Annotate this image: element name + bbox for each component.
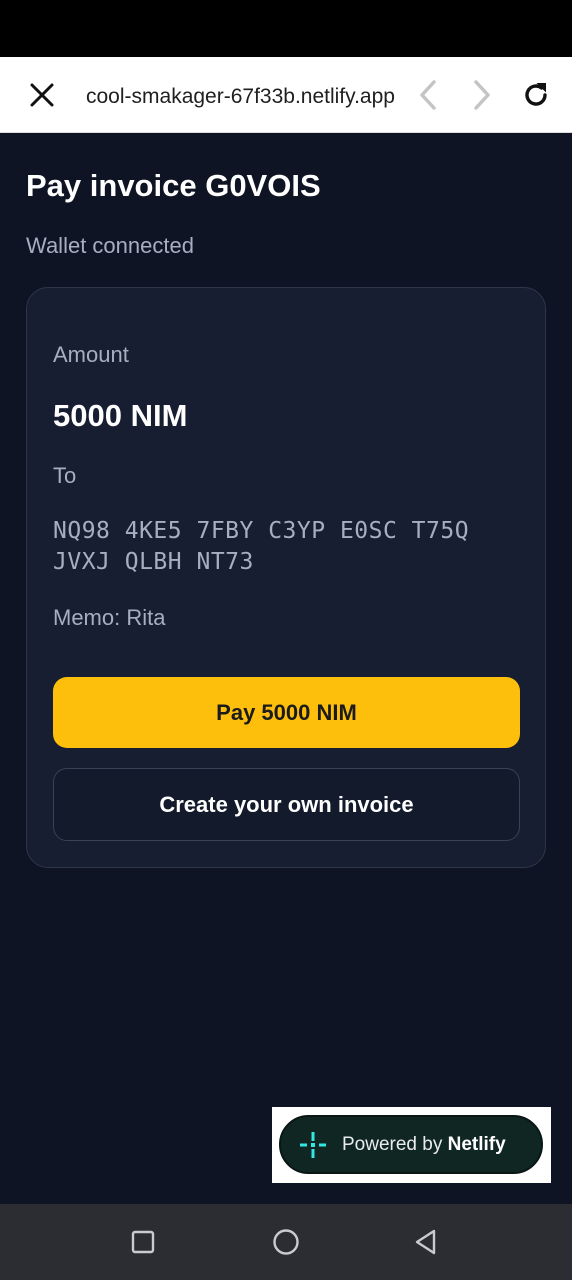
recipient-label: To: [53, 463, 77, 488]
close-icon: [30, 83, 54, 107]
forward-button[interactable]: [462, 75, 502, 115]
close-button[interactable]: [18, 71, 66, 119]
netlify-logo-icon: [298, 1130, 328, 1160]
page-title: Pay invoice G0VOIS: [26, 168, 321, 203]
chevron-left-icon: [420, 80, 436, 110]
wallet-status: Wallet connected: [26, 233, 194, 258]
home-button[interactable]: [266, 1222, 306, 1262]
square-icon: [131, 1230, 155, 1254]
amount-label: Amount: [53, 342, 129, 367]
memo-text: Memo: Rita: [53, 605, 166, 630]
badge-brand: Netlify: [447, 1133, 506, 1155]
reload-button[interactable]: [514, 73, 558, 117]
reload-icon: [525, 83, 547, 106]
recents-button[interactable]: [123, 1222, 163, 1262]
browser-toolbar: cool-smakager-67f33b.netlify.app: [0, 57, 572, 133]
chevron-right-icon: [474, 80, 490, 110]
badge-prefix: Powered by: [342, 1133, 448, 1155]
system-navigation-bar: [0, 1204, 572, 1280]
address-line-2: JVXJ QLBH NT73: [53, 549, 254, 575]
triangle-back-icon: [415, 1229, 436, 1255]
powered-by-netlify-badge[interactable]: Powered by Netlify: [279, 1115, 543, 1174]
address-line-1: NQ98 4KE5 7FBY C3YP E0SC T75Q: [53, 518, 470, 544]
create-invoice-button[interactable]: Create your own invoice: [53, 768, 520, 841]
netlify-badge-container: Powered by Netlify: [272, 1107, 551, 1183]
back-nav-button[interactable]: [406, 1222, 446, 1262]
invoice-card: Amount 5000 NIM To NQ98 4KE5 7FBY C3YP E…: [26, 287, 546, 868]
recipient-address: NQ98 4KE5 7FBY C3YP E0SC T75Q JVXJ QLBH …: [53, 516, 523, 578]
back-button[interactable]: [408, 75, 448, 115]
pay-button[interactable]: Pay 5000 NIM: [53, 677, 520, 748]
status-bar: [0, 0, 572, 57]
url-text[interactable]: cool-smakager-67f33b.netlify.app: [86, 83, 418, 111]
amount-value: 5000 NIM: [53, 398, 188, 433]
circle-icon: [273, 1229, 299, 1255]
netlify-badge-text: Powered by Netlify: [342, 1134, 506, 1156]
